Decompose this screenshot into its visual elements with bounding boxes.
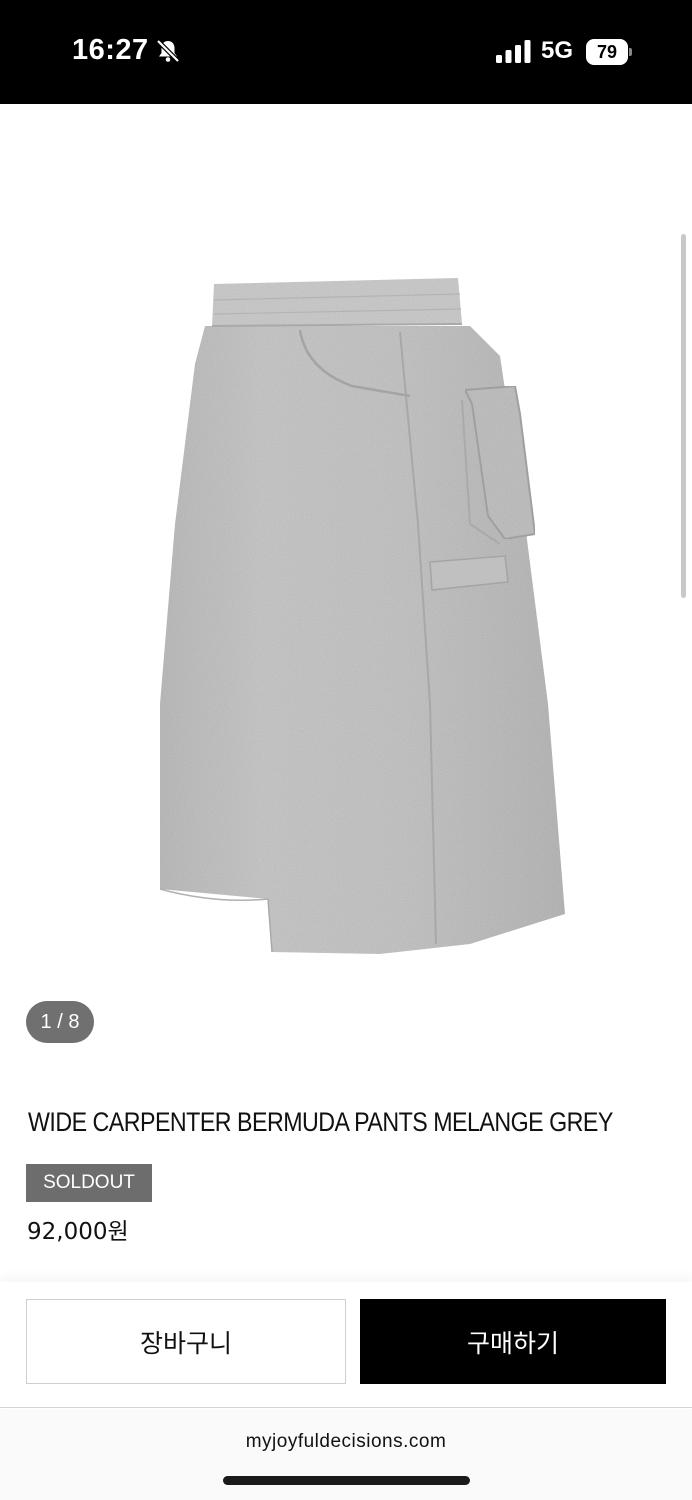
network-type: 5G bbox=[541, 37, 574, 64]
home-indicator[interactable] bbox=[223, 1476, 470, 1485]
status-time: 16:27 bbox=[72, 34, 149, 66]
gallery-page-indicator: 1 / 8 bbox=[26, 1001, 94, 1043]
battery-level: 79 bbox=[586, 39, 628, 65]
battery-icon: 79 bbox=[586, 39, 632, 65]
product-gallery[interactable] bbox=[0, 104, 692, 1074]
bell-slash-icon bbox=[156, 39, 180, 63]
cellular-signal-icon bbox=[496, 40, 531, 63]
soldout-badge: SOLDOUT bbox=[26, 1164, 152, 1202]
add-to-cart-button[interactable]: 장바구니 bbox=[26, 1299, 346, 1384]
status-bar: 16:27 5G 79 bbox=[0, 0, 692, 104]
buy-now-button[interactable]: 구매하기 bbox=[360, 1299, 666, 1384]
product-price: 92,000원 bbox=[27, 1219, 129, 1245]
url-text[interactable]: myjoyfuldecisions.com bbox=[0, 1431, 692, 1453]
browser-address-bar[interactable]: myjoyfuldecisions.com bbox=[0, 1409, 692, 1500]
product-title: WIDE CARPENTER BERMUDA PANTS MELANGE GRE… bbox=[28, 1107, 613, 1137]
page-scrollbar[interactable] bbox=[681, 234, 686, 598]
product-image[interactable] bbox=[0, 104, 692, 1074]
purchase-action-bar: 장바구니 구매하기 bbox=[0, 1282, 692, 1408]
